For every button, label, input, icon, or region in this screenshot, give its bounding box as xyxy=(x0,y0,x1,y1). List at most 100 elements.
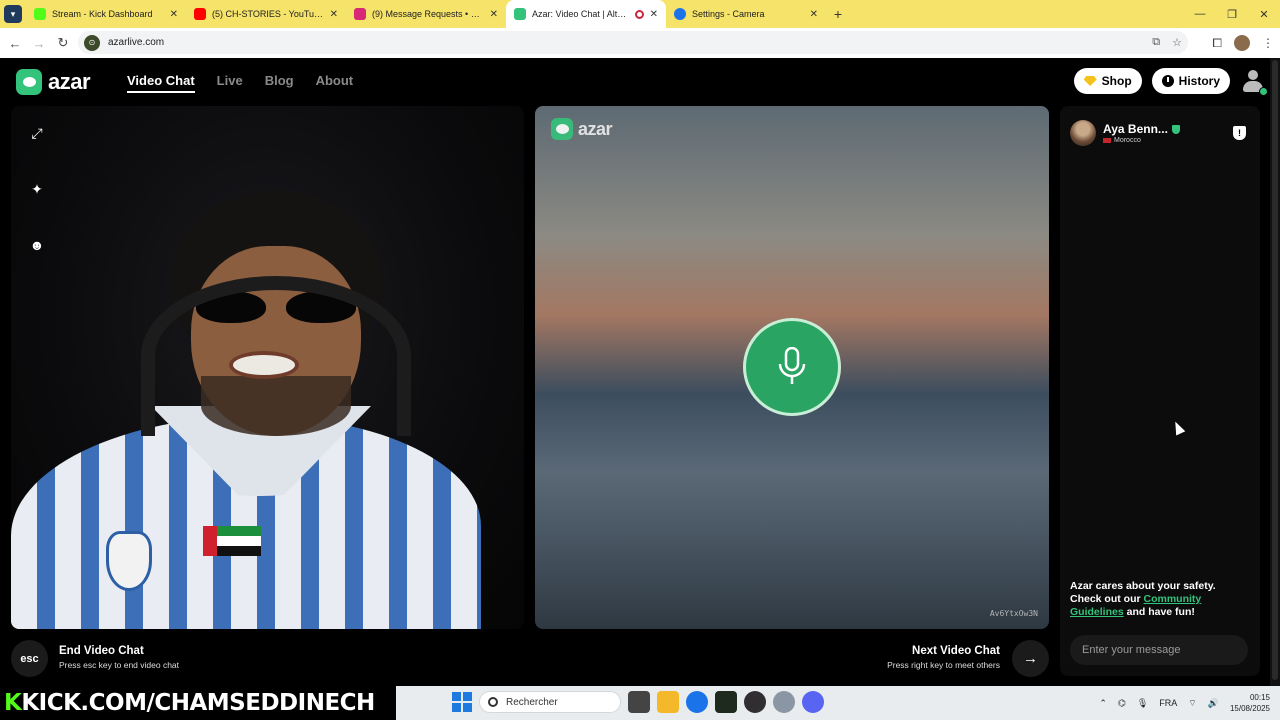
chrome-icon[interactable] xyxy=(686,691,708,713)
user-icon xyxy=(1248,70,1258,80)
browser-tab-instagram[interactable]: (9) Message Requests • Direct ✕ xyxy=(346,0,506,28)
next-chat-hint: Press right key to meet others xyxy=(887,660,1000,670)
url-text: azarlive.com xyxy=(108,37,165,48)
kick-app-icon[interactable] xyxy=(715,691,737,713)
settings-icon[interactable] xyxy=(773,691,795,713)
page-scrollbar[interactable] xyxy=(1270,58,1280,686)
extensions-icon[interactable]: ⧠ xyxy=(1212,36,1222,51)
user-avatar-button[interactable] xyxy=(1240,68,1268,96)
browser-menu-icon[interactable]: ⋮ xyxy=(1262,36,1274,50)
azar-logo[interactable]: azar xyxy=(16,69,91,95)
browser-tab-youtube[interactable]: (5) CH-STORIES - YouTube ✕ xyxy=(186,0,346,28)
language-indicator[interactable]: FRA xyxy=(1159,698,1177,708)
main-nav: Video Chat Live Blog About xyxy=(127,73,353,93)
youtube-favicon-icon xyxy=(194,8,206,20)
search-icon xyxy=(488,697,498,707)
profile-avatar-icon[interactable] xyxy=(1234,35,1250,51)
kick-logo-letter: K xyxy=(4,690,22,716)
site-info-icon[interactable]: ⊙ xyxy=(84,34,100,51)
peer-name: Aya Benn... xyxy=(1103,122,1168,136)
network-icon[interactable]: ⌬ xyxy=(1118,698,1126,709)
peer-country: Morocco xyxy=(1114,137,1141,144)
logo-text: azar xyxy=(48,69,91,94)
azar-page: azar Video Chat Live Blog About Shop His… xyxy=(0,58,1280,686)
address-bar[interactable]: ⊙ azarlive.com ⧉ ☆ xyxy=(78,31,1188,54)
windows-start-icon[interactable] xyxy=(452,692,472,712)
nav-live[interactable]: Live xyxy=(217,73,243,93)
tab-search-button[interactable]: ▾ xyxy=(0,0,26,28)
next-chat-info: Next Video Chat Press right key to meet … xyxy=(887,645,1000,670)
close-window-icon[interactable]: ✕ xyxy=(1248,0,1280,28)
mic-tray-icon[interactable]: 🎙 xyxy=(1137,698,1148,709)
end-chat-info: End Video Chat Press esc key to end vide… xyxy=(59,645,179,670)
discord-icon[interactable] xyxy=(802,691,824,713)
obs-icon[interactable] xyxy=(744,691,766,713)
task-view-icon[interactable] xyxy=(628,691,650,713)
next-chat-button[interactable]: → xyxy=(1012,640,1049,677)
message-input[interactable] xyxy=(1070,635,1248,665)
shop-button[interactable]: Shop xyxy=(1073,68,1142,94)
restore-icon[interactable]: ❐ xyxy=(1216,0,1248,28)
kick-favicon-icon xyxy=(34,8,46,20)
close-tab-icon[interactable]: ✕ xyxy=(650,9,658,20)
safety-notice: Azar cares about your safety. Check out … xyxy=(1070,580,1250,619)
file-explorer-icon[interactable] xyxy=(657,691,679,713)
clock-time: 00:15 xyxy=(1249,693,1270,702)
bookmark-star-icon[interactable]: ☆ xyxy=(1172,36,1182,49)
history-label: History xyxy=(1178,74,1220,88)
back-icon[interactable]: ← xyxy=(3,28,27,58)
close-tab-icon[interactable]: ✕ xyxy=(490,9,498,20)
shop-label: Shop xyxy=(1101,74,1132,88)
end-chat-hint: Press esc key to end video chat xyxy=(59,660,180,670)
end-chat-button[interactable]: esc xyxy=(11,640,48,677)
windows-taskbar: KKICK.COM/CHAMSEDDINECH Rechercher ⌃ ⌬ 🎙… xyxy=(0,686,1280,720)
microphone-button[interactable] xyxy=(746,321,838,413)
forward-icon[interactable]: → xyxy=(27,28,51,58)
local-video: ⤢ ✦ ☻ xyxy=(11,106,524,629)
gem-icon xyxy=(1083,76,1097,86)
tab-title: (9) Message Requests • Direct xyxy=(372,9,484,19)
history-button[interactable]: History xyxy=(1151,68,1230,94)
sparkle-effects-icon[interactable]: ✦ xyxy=(28,180,46,198)
browser-toolbar: ← → ↻ ⊙ azarlive.com ⧉ ☆ ⧠ ⋮ xyxy=(0,28,1280,58)
remote-video: azar Av6YtxOw3N xyxy=(535,106,1049,629)
taskbar-clock[interactable]: 00:15 15/08/2025 xyxy=(1230,692,1270,714)
chat-panel: Aya Benn... Morocco ! Azar cares about y… xyxy=(1060,106,1260,676)
watermark-text: azar xyxy=(578,118,613,139)
safety-text-end: and have fun! xyxy=(1123,606,1195,618)
report-shield-icon[interactable]: ! xyxy=(1233,126,1246,140)
tab-title: Stream - Kick Dashboard xyxy=(52,9,153,19)
taskbar-apps: Rechercher xyxy=(452,691,824,713)
browser-tab-azar[interactable]: Azar: Video Chat | Alternati ✕ xyxy=(506,0,666,28)
reload-icon[interactable]: ↻ xyxy=(51,28,75,58)
close-tab-icon[interactable]: ✕ xyxy=(170,9,178,20)
minimize-icon[interactable]: — xyxy=(1184,0,1216,28)
browser-tab-kick[interactable]: Stream - Kick Dashboard ✕ xyxy=(26,0,186,28)
peer-info[interactable]: Aya Benn... Morocco xyxy=(1070,120,1180,146)
close-tab-icon[interactable]: ✕ xyxy=(810,9,818,20)
chevron-up-icon[interactable]: ⌃ xyxy=(1099,698,1107,709)
volume-icon[interactable]: 🔊 xyxy=(1208,698,1219,709)
new-tab-button[interactable]: + xyxy=(826,0,850,28)
next-chat-title: Next Video Chat xyxy=(912,645,1000,657)
browser-tab-settings[interactable]: Settings - Camera ✕ xyxy=(666,0,826,28)
instagram-favicon-icon xyxy=(354,8,366,20)
video-id: Av6YtxOw3N xyxy=(989,609,1038,618)
tab-title: (5) CH-STORIES - YouTube xyxy=(212,9,324,19)
face-mask-icon[interactable]: ☻ xyxy=(28,236,46,254)
tab-title: Settings - Camera xyxy=(692,9,765,19)
taskbar-search[interactable]: Rechercher xyxy=(479,691,621,713)
peer-avatar xyxy=(1070,120,1096,146)
wifi-icon[interactable]: ⌔ xyxy=(1188,698,1196,709)
nav-about[interactable]: About xyxy=(316,73,354,93)
nav-video-chat[interactable]: Video Chat xyxy=(127,73,195,93)
clock-date: 15/08/2025 xyxy=(1229,704,1270,713)
morocco-flag-icon xyxy=(1103,138,1111,143)
expand-icon[interactable]: ⤢ xyxy=(28,124,46,142)
online-status-icon xyxy=(1259,87,1268,96)
video-figure xyxy=(141,276,411,436)
nav-blog[interactable]: Blog xyxy=(265,73,294,93)
azar-logo-icon xyxy=(16,69,42,95)
close-tab-icon[interactable]: ✕ xyxy=(330,9,338,20)
install-app-icon[interactable]: ⧉ xyxy=(1152,36,1160,49)
